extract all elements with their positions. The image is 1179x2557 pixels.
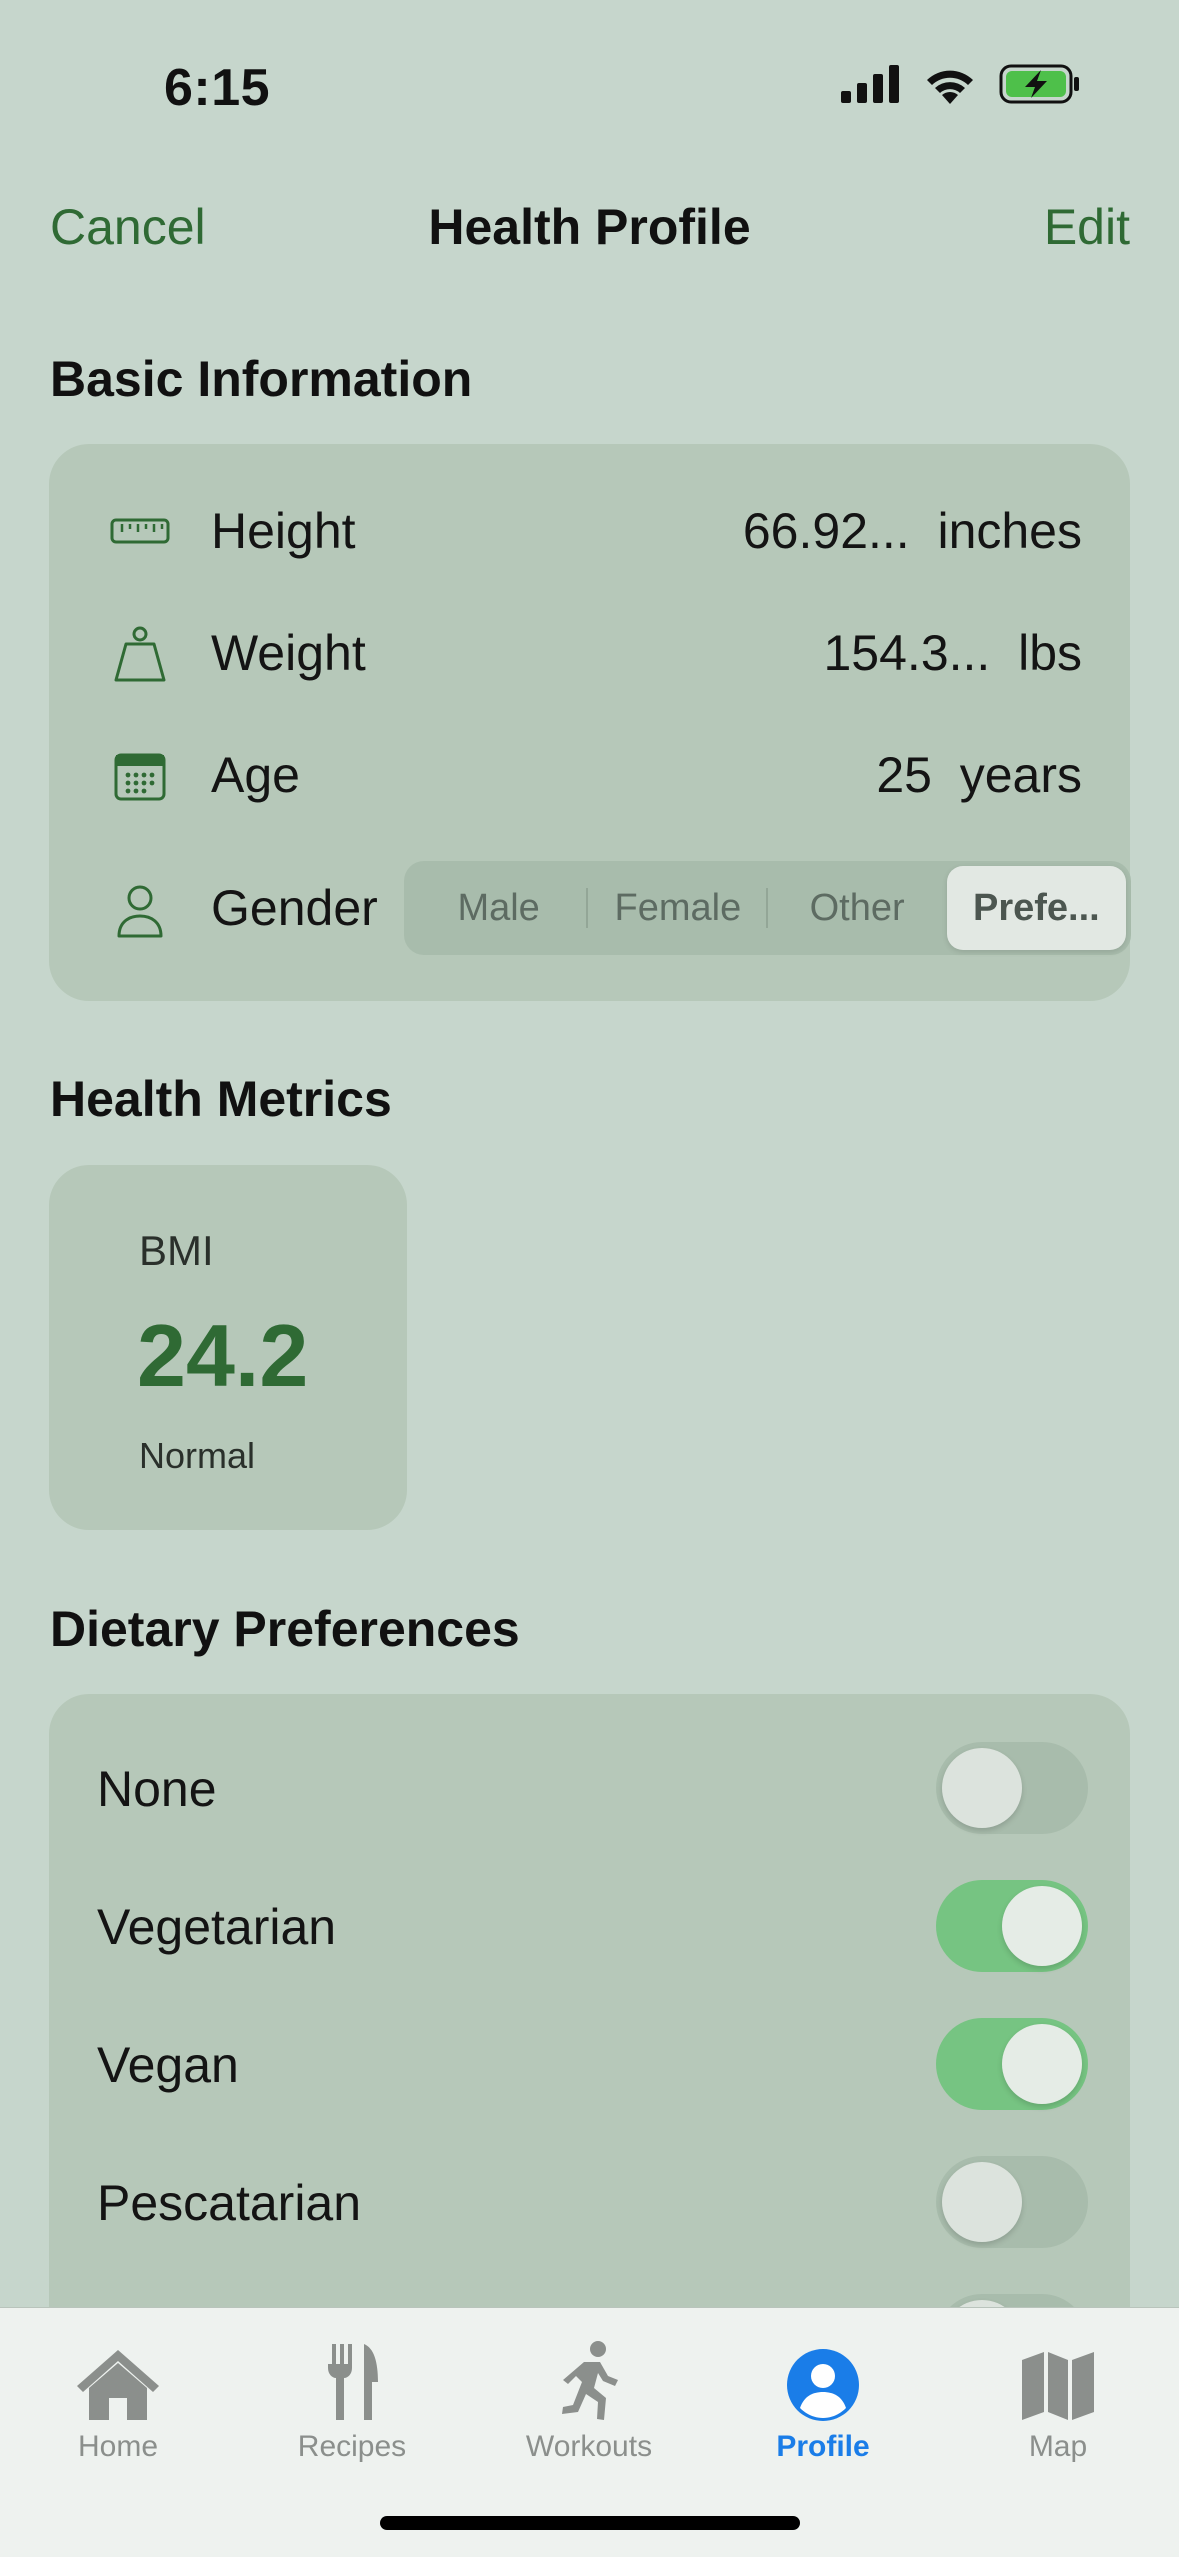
bmi-label: BMI (139, 1227, 214, 1274)
pref-label-vegetarian: Vegetarian (97, 1899, 337, 1955)
battery-charging-icon (999, 64, 1079, 104)
status-icons (841, 64, 1081, 104)
house-icon (77, 2350, 159, 2420)
tab-workouts-label: Workouts (525, 2430, 653, 2463)
pref-label-vegan: Vegan (97, 2037, 239, 2093)
weight-label: Weight (211, 625, 366, 681)
weight-value[interactable]: 154.3... lbs (824, 624, 1083, 682)
bmi-status: Normal (139, 1435, 256, 1476)
tab-home[interactable]: Home (38, 2332, 198, 2464)
home-indicator (380, 2516, 800, 2530)
age-value[interactable]: 25 years (876, 746, 1082, 804)
gender-option-other[interactable]: Other (768, 866, 947, 950)
bmi-card: BMI 24.2 Normal (49, 1165, 407, 1530)
tab-profile-label: Profile (776, 2430, 870, 2463)
tab-home-label: Home (77, 2430, 159, 2463)
tab-profile[interactable]: Profile (743, 2332, 903, 2464)
health-metrics-heading: Health Metrics (50, 1071, 392, 1127)
gender-option-female[interactable]: Female (588, 866, 768, 950)
fork-knife-icon (328, 2344, 378, 2420)
pref-label-none: None (97, 1761, 217, 1817)
tab-recipes-label: Recipes (297, 2430, 407, 2463)
pref-label-pescatarian: Pescatarian (97, 2175, 362, 2231)
basic-info-card: Height 66.92... inches Weight 154.3... l… (49, 444, 1131, 1001)
weight-icon (107, 622, 173, 688)
status-time: 6:15 (164, 59, 271, 117)
age-label: Age (211, 747, 300, 803)
wifi-icon (927, 70, 973, 104)
height-label: Height (211, 503, 356, 559)
basic-info-heading: Basic Information (50, 351, 473, 407)
person-circle-icon (787, 2349, 859, 2421)
tab-recipes[interactable]: Recipes (272, 2332, 432, 2464)
ruler-icon (107, 498, 173, 564)
bmi-value: 24.2 (137, 1306, 309, 1405)
dietary-heading: Dietary Preferences (50, 1601, 520, 1657)
toggle-vegan[interactable] (936, 2018, 1088, 2110)
page-title: Health Profile (428, 199, 751, 255)
height-value[interactable]: 66.92... inches (743, 502, 1082, 560)
edit-button[interactable]: Edit (1044, 198, 1130, 256)
toggle-knob (1002, 2024, 1082, 2104)
tab-map[interactable]: Map (978, 2332, 1138, 2464)
toggle-vegetarian[interactable] (936, 1880, 1088, 1972)
dietary-card: None Vegetarian Vegan Pescatarian (49, 1694, 1130, 2414)
gender-option-prefer-not[interactable]: Prefe... (946, 866, 1126, 950)
toggle-pescatarian[interactable] (936, 2156, 1088, 2248)
person-icon (107, 878, 173, 944)
toggle-knob (942, 2162, 1022, 2242)
toggle-none[interactable] (936, 1742, 1088, 1834)
gender-label: Gender (211, 880, 378, 936)
tab-workouts[interactable]: Workouts (509, 2332, 669, 2464)
toggle-knob (1002, 1886, 1082, 1966)
toggle-knob (942, 1748, 1022, 1828)
running-figure-icon (562, 2341, 618, 2420)
calendar-icon (107, 744, 173, 810)
tab-map-label: Map (1028, 2430, 1088, 2463)
cellular-signal-icon (841, 65, 899, 103)
gender-segmented-control[interactable]: Male Female Other Prefe... (404, 861, 1131, 955)
gender-option-male[interactable]: Male (409, 866, 589, 950)
map-icon (1022, 2352, 1094, 2420)
